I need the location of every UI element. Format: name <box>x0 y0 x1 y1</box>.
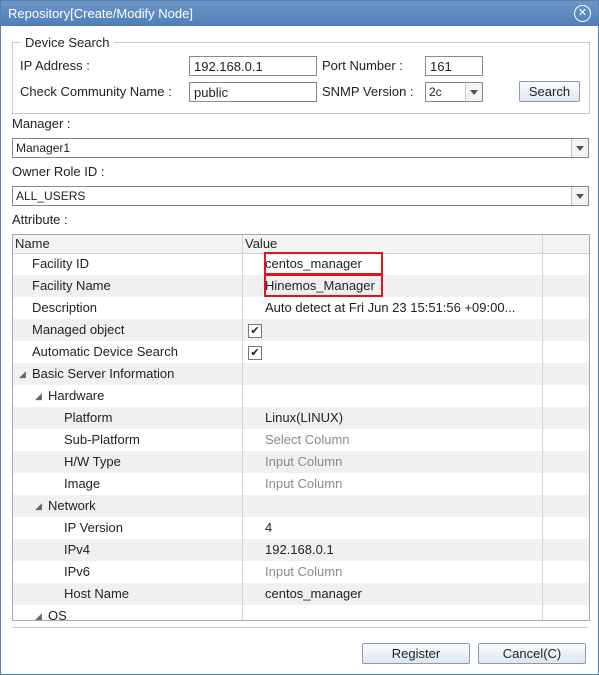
device-search-group <box>12 42 590 114</box>
ip-address-input[interactable]: 192.168.0.1 <box>189 56 317 76</box>
row-name: Platform <box>64 410 113 425</box>
expand-icon[interactable]: ◢ <box>35 501 42 512</box>
table-row[interactable]: ◢ Network <box>13 495 589 517</box>
chevron-down-icon[interactable] <box>571 139 588 157</box>
chevron-down-icon[interactable] <box>465 83 482 101</box>
register-button[interactable]: Register <box>362 643 470 664</box>
row-value: centos_manager <box>265 586 362 601</box>
footer-divider <box>12 627 588 628</box>
snmp-version-label: SNMP Version : <box>322 84 414 99</box>
table-row[interactable]: ◢ Hardware <box>13 385 589 407</box>
manager-label: Manager : <box>12 116 71 131</box>
row-value: Linux(LINUX) <box>265 410 344 425</box>
table-row[interactable]: Host Name centos_manager <box>13 583 589 605</box>
highlight-facility-id <box>264 252 383 275</box>
value-column-header[interactable]: Value <box>245 236 277 251</box>
name-column-header[interactable]: Name <box>15 236 50 251</box>
table-row[interactable]: Automatic Device Search ✔ <box>13 341 589 363</box>
community-name-input[interactable]: public <box>189 82 317 102</box>
expand-icon[interactable]: ◢ <box>35 611 42 620</box>
owner-role-value: ALL_USERS <box>16 189 86 203</box>
attribute-table: Name Value Facility ID centos_manager Fa… <box>12 234 590 621</box>
manager-select[interactable]: Manager1 <box>12 138 589 158</box>
dialog-window: Repository[Create/Modify Node] ✕ Device … <box>0 0 599 675</box>
column-divider <box>242 235 243 620</box>
managed-object-checkbox[interactable]: ✔ <box>248 324 262 338</box>
search-button[interactable]: Search <box>519 81 580 102</box>
row-value: Input Column <box>265 476 343 491</box>
row-name: IP Version <box>64 520 124 535</box>
row-name: Facility Name <box>32 278 111 293</box>
row-name: OS <box>48 608 67 621</box>
chevron-down-icon[interactable] <box>571 187 588 205</box>
close-icon[interactable]: ✕ <box>574 5 591 22</box>
table-row[interactable]: ◢ OS <box>13 605 589 621</box>
table-row[interactable]: Sub-Platform Select Column <box>13 429 589 451</box>
row-value: 192.168.0.1 <box>265 542 334 557</box>
title-bar: Repository[Create/Modify Node] ✕ <box>1 1 598 26</box>
table-row[interactable]: IPv6 Input Column <box>13 561 589 583</box>
device-search-legend: Device Search <box>21 35 114 50</box>
row-name: Managed object <box>32 322 125 337</box>
snmp-version-select[interactable]: 2c <box>425 82 483 102</box>
community-name-label: Check Community Name : <box>20 84 172 99</box>
owner-role-label: Owner Role ID : <box>12 164 105 179</box>
snmp-version-value: 2c <box>429 85 442 99</box>
manager-value: Manager1 <box>16 141 71 155</box>
expand-icon[interactable]: ◢ <box>35 391 42 402</box>
port-number-label: Port Number : <box>322 58 403 73</box>
row-name: IPv4 <box>64 542 91 557</box>
column-divider <box>542 235 543 620</box>
row-value: Input Column <box>265 454 343 469</box>
row-value: Auto detect at Fri Jun 23 15:51:56 +09:0… <box>265 300 516 315</box>
window-title: Repository[Create/Modify Node] <box>8 6 193 21</box>
table-row[interactable]: IP Version 4 <box>13 517 589 539</box>
row-name: Automatic Device Search <box>32 344 178 359</box>
table-row[interactable]: IPv4 192.168.0.1 <box>13 539 589 561</box>
auto-device-search-checkbox[interactable]: ✔ <box>248 346 262 360</box>
row-value: Select Column <box>265 432 350 447</box>
row-name: Basic Server Information <box>32 366 175 381</box>
table-row[interactable]: Managed object ✔ <box>13 319 589 341</box>
row-value: Input Column <box>265 564 343 579</box>
row-name: Description <box>32 300 98 315</box>
port-number-input[interactable]: 161 <box>425 56 483 76</box>
table-row[interactable]: Description Auto detect at Fri Jun 23 15… <box>13 297 589 319</box>
table-row[interactable]: Platform Linux(LINUX) <box>13 407 589 429</box>
attribute-label: Attribute : <box>12 212 68 227</box>
table-row[interactable]: ◢ Basic Server Information <box>13 363 589 385</box>
owner-role-select[interactable]: ALL_USERS <box>12 186 589 206</box>
row-name: Sub-Platform <box>64 432 140 447</box>
row-name: H/W Type <box>64 454 121 469</box>
row-name: IPv6 <box>64 564 91 579</box>
cancel-button[interactable]: Cancel(C) <box>478 643 586 664</box>
row-name: Host Name <box>64 586 130 601</box>
highlight-facility-name <box>264 274 383 297</box>
row-value: 4 <box>265 520 273 535</box>
row-name: Network <box>48 498 96 513</box>
row-name: Hardware <box>48 388 105 403</box>
table-row[interactable]: Image Input Column <box>13 473 589 495</box>
row-name: Image <box>64 476 101 491</box>
expand-icon[interactable]: ◢ <box>19 369 26 380</box>
table-row[interactable]: H/W Type Input Column <box>13 451 589 473</box>
ip-address-label: IP Address : <box>20 58 90 73</box>
row-name: Facility ID <box>32 256 90 271</box>
